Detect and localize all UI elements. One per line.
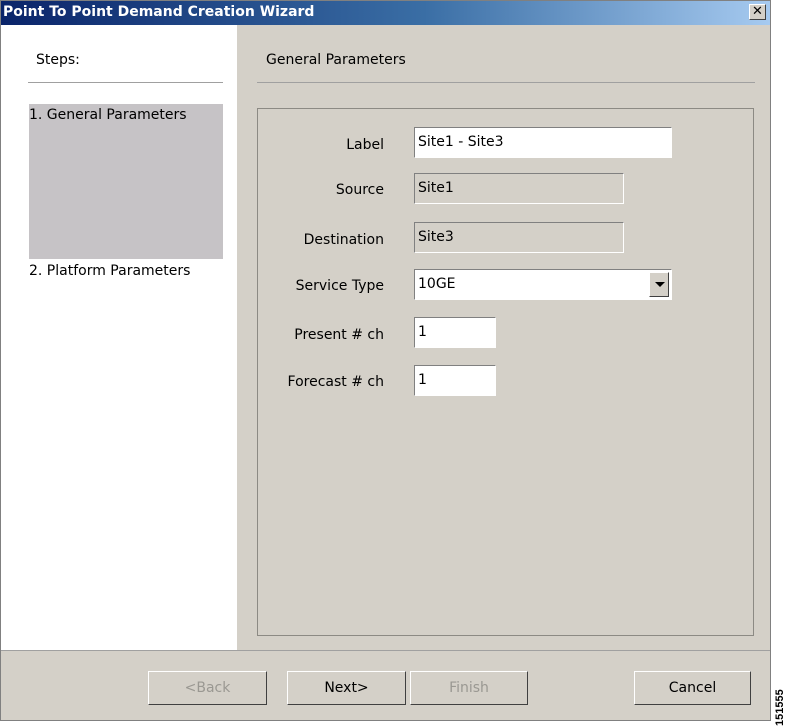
cancel-button[interactable]: Cancel: [634, 671, 751, 705]
service-type-value: 10GE: [418, 276, 456, 292]
steps-divider: [28, 82, 223, 83]
general-parameters-frame: Label Site1 - Site3 Source Site1 Destina…: [257, 108, 754, 636]
close-icon: ✕: [752, 4, 763, 19]
forecast-ch-input[interactable]: 1: [414, 365, 496, 396]
present-ch-input[interactable]: 1: [414, 317, 496, 348]
finish-button[interactable]: Finish: [410, 671, 528, 705]
button-bar: <Back Next> Finish Cancel: [1, 650, 770, 720]
next-button[interactable]: Next>: [287, 671, 406, 705]
back-button[interactable]: <Back: [148, 671, 267, 705]
figure-id-watermark: 151555: [774, 689, 786, 726]
close-button[interactable]: ✕: [749, 4, 766, 20]
step-item-general-parameters[interactable]: [29, 104, 223, 259]
section-title: General Parameters: [266, 52, 406, 68]
window-title: Point To Point Demand Creation Wizard: [3, 4, 315, 20]
steps-pane: Steps: 1. General Parameters 2. Platform…: [1, 25, 237, 650]
present-ch-field-label: Present # ch: [294, 327, 384, 343]
content-pane: General Parameters Label Site1 - Site3 S…: [237, 25, 770, 650]
wizard-window: Point To Point Demand Creation Wizard ✕ …: [0, 0, 771, 721]
forecast-ch-field-label: Forecast # ch: [287, 374, 384, 390]
figure-id-text: 151555: [774, 689, 786, 726]
label-input[interactable]: Site1 - Site3: [414, 127, 672, 158]
chevron-down-icon[interactable]: [649, 272, 669, 297]
section-divider: [257, 82, 755, 83]
service-type-select[interactable]: 10GE: [414, 269, 672, 300]
title-bar[interactable]: Point To Point Demand Creation Wizard ✕: [1, 1, 770, 25]
source-field-label: Source: [335, 182, 384, 198]
label-field-label: Label: [346, 137, 384, 153]
destination-field-label: Destination: [303, 232, 384, 248]
service-type-field-label: Service Type: [295, 278, 384, 294]
steps-header: Steps:: [36, 52, 80, 68]
destination-field: Site3: [414, 222, 624, 253]
step-label-general-parameters: 1. General Parameters: [29, 107, 187, 123]
step-item-platform-parameters[interactable]: 2. Platform Parameters: [29, 263, 190, 279]
source-field: Site1: [414, 173, 624, 204]
